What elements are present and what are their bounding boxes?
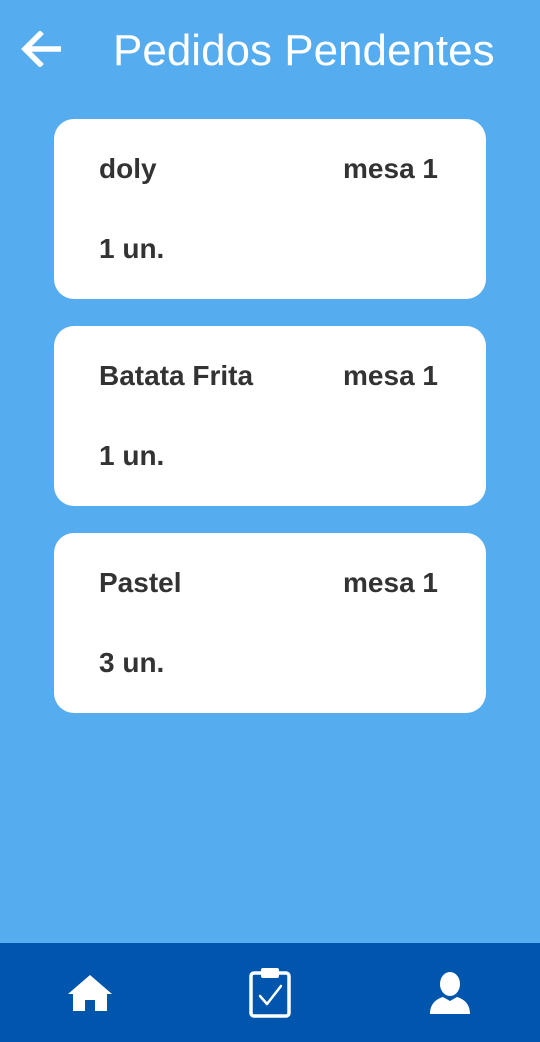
page-title: Pedidos Pendentes (113, 26, 495, 75)
nav-orders-button[interactable] (210, 943, 330, 1042)
order-card[interactable]: doly mesa 1 1 un. (54, 119, 486, 299)
order-item-name: doly (99, 153, 157, 184)
order-table-number: mesa 1 (343, 567, 438, 598)
user-icon (430, 971, 470, 1014)
arrow-left-icon (21, 31, 61, 67)
clipboard-check-icon (249, 967, 291, 1018)
nav-profile-button[interactable] (390, 943, 510, 1042)
order-card[interactable]: Batata Frita mesa 1 1 un. (54, 326, 486, 506)
app-header: Pedidos Pendentes (0, 0, 540, 100)
home-icon (68, 974, 112, 1011)
pending-orders-list: doly mesa 1 1 un. Batata Frita mesa 1 1 … (54, 119, 486, 740)
order-card[interactable]: Pastel mesa 1 3 un. (54, 533, 486, 713)
bottom-navigation (0, 943, 540, 1042)
order-item-name: Pastel (99, 567, 182, 598)
nav-home-button[interactable] (30, 943, 150, 1042)
order-quantity: 3 un. (99, 647, 165, 678)
order-quantity: 1 un. (99, 440, 165, 471)
order-quantity: 1 un. (99, 233, 165, 264)
back-button[interactable] (14, 24, 68, 74)
order-table-number: mesa 1 (343, 153, 438, 184)
order-item-name: Batata Frita (99, 360, 254, 391)
order-table-number: mesa 1 (343, 360, 438, 391)
